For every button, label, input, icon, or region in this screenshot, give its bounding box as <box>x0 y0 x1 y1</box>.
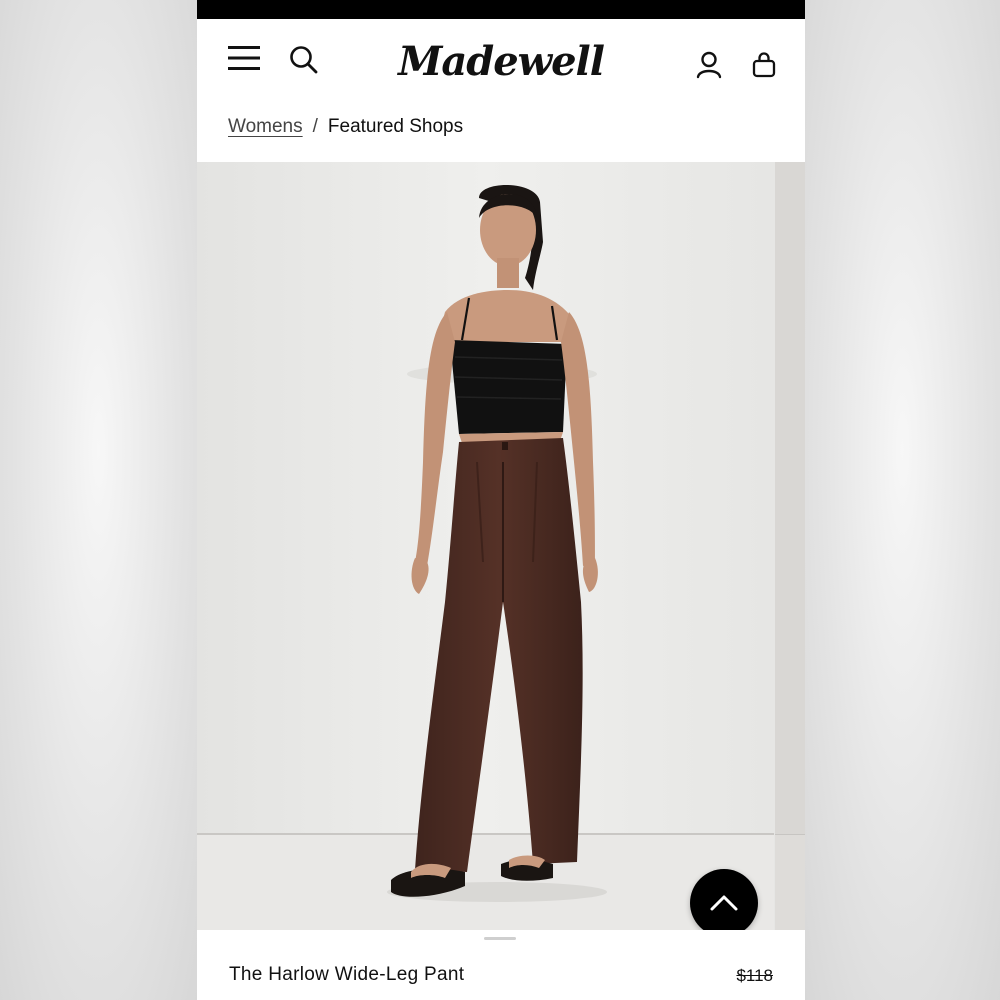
scroll-to-top-button[interactable] <box>690 869 758 937</box>
breadcrumb-current: Featured Shops <box>327 116 464 137</box>
bag-icon <box>752 52 776 78</box>
product-image-gallery[interactable] <box>197 162 805 930</box>
background-left <box>0 0 197 1000</box>
breadcrumb-link-womens[interactable]: Womens <box>228 116 303 138</box>
product-name[interactable]: The Harlow Wide-Leg Pant <box>229 964 464 986</box>
bag-button[interactable] <box>746 47 782 83</box>
model-photo <box>197 162 774 930</box>
status-bar <box>197 0 805 19</box>
next-image-peek[interactable] <box>775 162 805 930</box>
menu-icon <box>228 46 260 70</box>
account-icon <box>696 51 722 79</box>
menu-button[interactable] <box>225 41 263 75</box>
search-icon <box>290 46 318 74</box>
breadcrumb: Womens / Featured Shops <box>228 114 463 140</box>
sheet-drag-handle[interactable] <box>484 937 516 940</box>
background-right <box>805 0 1000 1000</box>
site-header: Madewell <box>197 19 805 103</box>
product-info-sheet[interactable]: The Harlow Wide-Leg Pant $118 <box>197 930 805 1000</box>
chevron-up-icon <box>710 895 738 911</box>
search-button[interactable] <box>285 41 323 79</box>
account-button[interactable] <box>691 47 727 83</box>
phone-screen: Madewell Womens / Featured Shops The Har… <box>197 0 805 1000</box>
breadcrumb-separator: / <box>312 116 318 137</box>
product-price: $118 <box>736 966 773 985</box>
product-image[interactable] <box>197 162 774 930</box>
brand-logo[interactable]: Madewell <box>398 33 605 89</box>
